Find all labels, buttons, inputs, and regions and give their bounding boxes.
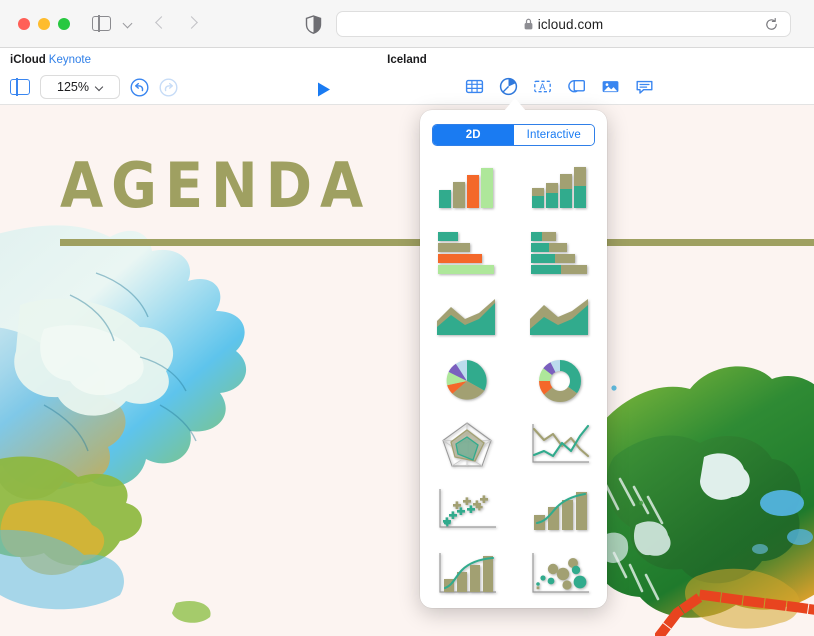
- chart-option-donut[interactable]: [514, 349, 608, 413]
- popover-arrow: [504, 98, 526, 111]
- table-icon[interactable]: [465, 77, 484, 96]
- chart-option-line[interactable]: [514, 413, 608, 477]
- chart-option-radar[interactable]: [420, 413, 514, 477]
- keynote-toolbar: 125% A: [0, 72, 814, 105]
- svg-text:A: A: [539, 82, 546, 92]
- undo-icon[interactable]: [130, 77, 149, 97]
- keynote-browser-window: icloud.com iCloud Keynote Iceland 125% A…: [0, 0, 814, 636]
- greenland-landmass: [0, 225, 247, 610]
- window-traffic-lights: [18, 17, 70, 30]
- shape-icon[interactable]: [567, 77, 586, 96]
- toolbar-left-group: 125%: [10, 75, 178, 99]
- chart-option-area[interactable]: [420, 285, 514, 349]
- chart-picker-popover[interactable]: 2D Interactive: [420, 110, 607, 608]
- chart-thumbnail-grid: [420, 156, 607, 606]
- chart-option-stacked-column[interactable]: [514, 156, 608, 220]
- chart-icon[interactable]: [499, 77, 518, 96]
- address-bar[interactable]: icloud.com: [336, 11, 791, 37]
- chevron-right-icon[interactable]: [185, 16, 198, 29]
- minimize-window-button[interactable]: [38, 17, 50, 30]
- sidebar-panel-icon[interactable]: [10, 78, 30, 96]
- play-icon[interactable]: [316, 81, 332, 98]
- comment-icon[interactable]: [635, 77, 654, 96]
- navigation-buttons: [155, 16, 198, 29]
- redo-icon: [159, 77, 178, 97]
- chart-option-bar[interactable]: [420, 220, 514, 284]
- chart-option-bubble[interactable]: [514, 542, 608, 606]
- reload-icon[interactable]: [765, 18, 778, 31]
- address-bar-content: icloud.com: [524, 17, 604, 32]
- keynote-header: iCloud Keynote Iceland: [0, 48, 814, 72]
- slide-canvas[interactable]: AGENDA: [0, 105, 814, 636]
- route-dashed-line: [655, 589, 814, 636]
- chart-option-stacked-bar[interactable]: [514, 220, 608, 284]
- media-icon[interactable]: [601, 77, 620, 96]
- chevron-left-icon[interactable]: [155, 16, 168, 29]
- chart-option-stacked-area[interactable]: [514, 285, 608, 349]
- lock-icon: [524, 18, 533, 30]
- toolbar-insert-group: A: [465, 77, 654, 96]
- chevron-down-icon: [96, 84, 103, 91]
- url-text: icloud.com: [537, 16, 604, 32]
- zoom-control[interactable]: 125%: [40, 75, 120, 99]
- tab-interactive[interactable]: Interactive: [513, 125, 594, 145]
- sidebar-icon[interactable]: [92, 15, 111, 32]
- chart-option-scatter[interactable]: [420, 477, 514, 541]
- privacy-shield-icon[interactable]: [305, 15, 322, 34]
- chart-option-two-axis[interactable]: [514, 477, 608, 541]
- map-islet: [611, 385, 617, 391]
- chart-option-pie[interactable]: [420, 349, 514, 413]
- zoom-window-button[interactable]: [58, 17, 70, 30]
- chevron-down-icon[interactable]: [124, 19, 133, 28]
- tab-2d[interactable]: 2D: [433, 125, 514, 145]
- text-icon[interactable]: A: [533, 77, 552, 96]
- chart-option-mixed[interactable]: [420, 542, 514, 606]
- chart-option-column[interactable]: [420, 156, 514, 220]
- map-islet: [638, 500, 644, 506]
- zoom-value: 125%: [57, 80, 89, 94]
- page-title: Iceland: [387, 54, 427, 66]
- slide-title[interactable]: AGENDA: [60, 155, 371, 217]
- chart-type-segmented-control[interactable]: 2D Interactive: [432, 124, 595, 146]
- close-window-button[interactable]: [18, 17, 30, 30]
